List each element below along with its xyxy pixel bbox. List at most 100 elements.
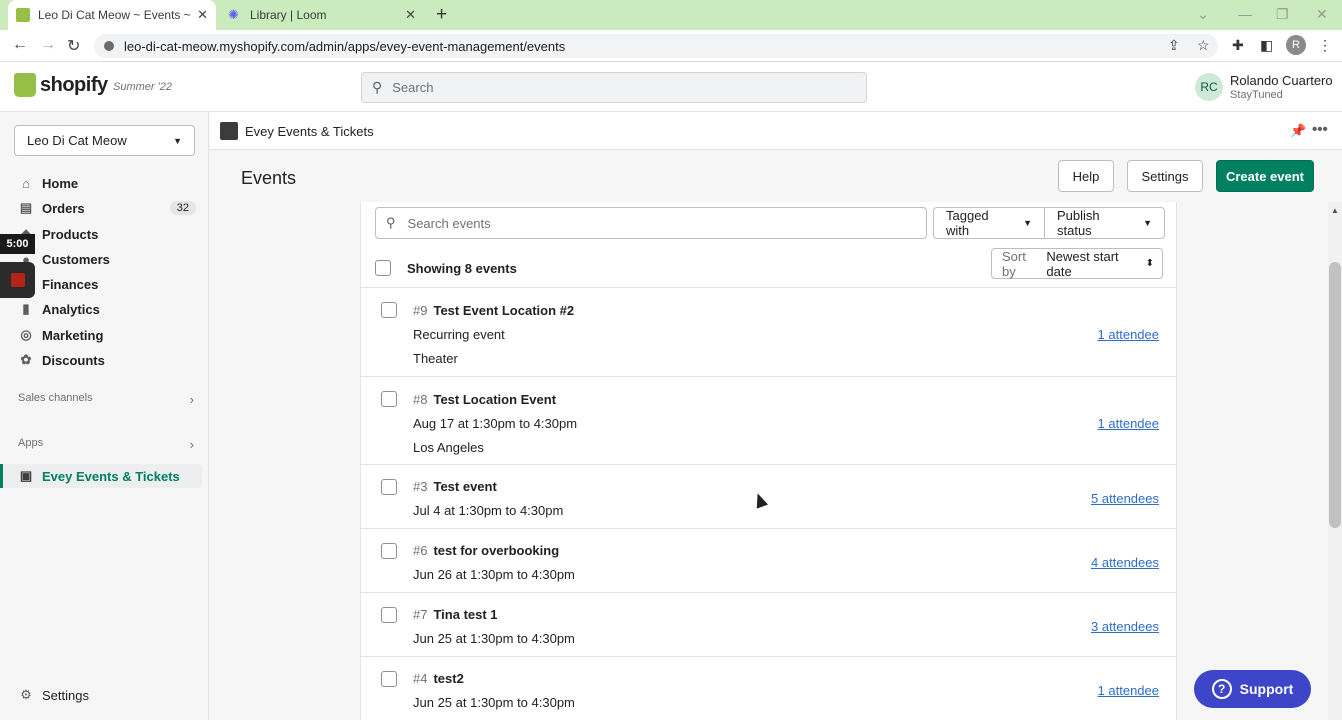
search-placeholder: Search <box>392 80 434 95</box>
sidebar-item-evey[interactable]: ▣ Evey Events & Tickets <box>18 465 196 487</box>
extensions-icon[interactable]: ✚ <box>1232 37 1244 54</box>
events-card: ⚲ Search events Tagged with ▼ Publish sta… <box>360 202 1177 720</box>
select-all-checkbox[interactable] <box>375 260 391 276</box>
attendees-link[interactable]: 1 attendee <box>1098 416 1159 431</box>
events-search-input[interactable]: ⚲ Search events <box>375 207 927 239</box>
close-tab-icon[interactable]: ✕ <box>405 7 416 23</box>
event-name[interactable]: Tina test 1 <box>433 607 497 622</box>
tagged-with-filter[interactable]: Tagged with ▼ <box>933 207 1045 239</box>
sidebar-item-orders[interactable]: ▤ Orders 32 <box>18 197 196 219</box>
event-number: #6 <box>413 543 428 558</box>
sidebar-item-customers[interactable]: ● Customers <box>18 248 196 270</box>
event-name[interactable]: Test Event Location #2 <box>433 303 574 318</box>
scroll-up-icon[interactable]: ▲ <box>1331 206 1339 215</box>
side-panel-icon[interactable]: ◧ <box>1260 37 1273 54</box>
event-row[interactable]: #7 Tina test 1 Jun 25 at 1:30pm to 4:30pm… <box>361 592 1176 656</box>
lock-icon <box>104 41 114 51</box>
reload-icon[interactable]: ↻ <box>67 36 80 56</box>
publish-status-label: Publish status <box>1057 208 1100 238</box>
attendees-link[interactable]: 1 attendee <box>1098 327 1159 342</box>
forward-icon[interactable]: → <box>40 36 56 54</box>
user-avatar[interactable]: RC <box>1195 73 1223 101</box>
sort-select[interactable]: Sort by Newest start date ⬍ <box>991 248 1163 279</box>
admin-search-input[interactable]: ⚲ Search <box>361 72 867 103</box>
support-button[interactable]: ? Support <box>1194 670 1311 708</box>
support-label: Support <box>1239 681 1294 697</box>
search-icon: ⚲ <box>386 215 396 230</box>
url-text: leo-di-cat-meow.myshopify.com/admin/apps… <box>124 38 566 54</box>
search-icon: ⚲ <box>372 79 383 95</box>
scrollbar-thumb[interactable] <box>1329 262 1341 528</box>
row-checkbox[interactable] <box>381 607 397 623</box>
event-date: Jun 25 at 1:30pm to 4:30pm <box>413 631 575 646</box>
row-checkbox[interactable] <box>381 302 397 318</box>
shopify-logo[interactable]: shopify <box>14 73 108 97</box>
row-checkbox[interactable] <box>381 543 397 559</box>
active-indicator <box>0 464 3 488</box>
chevron-right-icon: › <box>189 392 194 407</box>
attendees-link[interactable]: 3 attendees <box>1091 619 1159 634</box>
attendees-link[interactable]: 4 attendees <box>1091 555 1159 570</box>
sidebar-item-analytics[interactable]: ▮ Analytics <box>18 298 196 320</box>
sidebar-item-marketing[interactable]: ◎ Marketing <box>18 324 196 346</box>
browser-tab-loom[interactable]: ✺ Library | Loom ✕ <box>222 0 422 30</box>
event-row[interactable]: #9 Test Event Location #2 Recurring event… <box>361 287 1176 376</box>
event-row[interactable]: #3 Test event Jul 4 at 1:30pm to 4:30pm 5… <box>361 464 1176 528</box>
share-icon[interactable]: ⇪ <box>1168 37 1180 54</box>
browser-profile-avatar[interactable]: R <box>1286 35 1306 55</box>
row-checkbox[interactable] <box>381 671 397 687</box>
new-tab-button[interactable]: + <box>436 4 447 26</box>
pin-icon[interactable]: 📌 <box>1290 123 1306 139</box>
sidebar-item-home[interactable]: ⌂ Home <box>18 172 196 194</box>
browser-menu-icon[interactable]: ⋮ <box>1318 37 1332 54</box>
sort-label: Sort by <box>1002 248 1026 279</box>
store-selector[interactable]: Leo Di Cat Meow ▼ <box>14 125 195 156</box>
more-actions-icon[interactable]: ••• <box>1312 121 1328 138</box>
url-field[interactable]: leo-di-cat-meow.myshopify.com/admin/apps… <box>94 34 1218 58</box>
restore-icon[interactable]: ❐ <box>1276 6 1289 23</box>
caret-down-icon: ▼ <box>1143 218 1152 228</box>
apps-header[interactable]: Apps › <box>18 437 194 452</box>
edition-label: Summer '22 <box>113 81 172 93</box>
settings-button[interactable]: Settings <box>1127 160 1203 192</box>
event-date: Jun 26 at 1:30pm to 4:30pm <box>413 567 575 582</box>
event-row[interactable]: #8 Test Location Event Aug 17 at 1:30pm t… <box>361 376 1176 464</box>
apps-label: Apps <box>18 437 44 449</box>
sales-channels-header[interactable]: Sales channels › <box>18 392 194 407</box>
sidebar-item-settings[interactable]: ⚙ Settings <box>18 684 196 706</box>
back-icon[interactable]: ← <box>12 36 28 54</box>
event-name[interactable]: test for overbooking <box>433 543 559 558</box>
shopify-favicon-icon <box>16 8 30 22</box>
row-checkbox[interactable] <box>381 479 397 495</box>
event-date: Aug 17 at 1:30pm to 4:30pm <box>413 416 578 431</box>
event-row[interactable]: #4 test2 Jun 25 at 1:30pm to 4:30pm 1 att… <box>361 656 1176 720</box>
sidebar-item-finances[interactable]: ▭Finances <box>18 273 196 295</box>
event-number: #9 <box>413 303 428 318</box>
sidebar-item-products[interactable]: ◆Products <box>18 223 196 245</box>
event-row[interactable]: #6 test for overbooking Jun 26 at 1:30pm … <box>361 528 1176 592</box>
create-event-button[interactable]: Create event <box>1216 160 1314 192</box>
event-name[interactable]: Test Location Event <box>433 392 556 407</box>
tab-search-icon[interactable]: ⌄ <box>1197 6 1209 23</box>
close-window-icon[interactable]: ✕ <box>1316 6 1328 23</box>
event-name[interactable]: Test event <box>433 479 496 494</box>
sidebar-item-discounts[interactable]: ✿ Discounts <box>18 349 196 371</box>
gear-icon: ⚙ <box>20 687 32 702</box>
event-name[interactable]: test2 <box>433 671 463 686</box>
row-checkbox[interactable] <box>381 391 397 407</box>
minimize-icon[interactable]: — <box>1238 6 1252 22</box>
attendees-link[interactable]: 5 attendees <box>1091 491 1159 506</box>
orders-count-badge: 32 <box>169 201 196 215</box>
close-tab-icon[interactable]: ✕ <box>197 7 208 23</box>
app-titlebar: Evey Events & Tickets 📌 ••• <box>210 112 1342 150</box>
browser-tab-active[interactable]: Leo Di Cat Meow ~ Events ~ Sho ✕ <box>8 0 216 30</box>
publish-status-filter[interactable]: Publish status ▼ <box>1044 207 1165 239</box>
sidebar-item-label: Products <box>42 226 99 242</box>
attendees-link[interactable]: 1 attendee <box>1098 683 1159 698</box>
bookmark-star-icon[interactable]: ☆ <box>1197 37 1210 54</box>
sidebar-item-label: Finances <box>42 276 99 292</box>
help-button[interactable]: Help <box>1058 160 1114 192</box>
user-name[interactable]: Rolando Cuartero <box>1230 73 1333 88</box>
admin-sidebar: Leo Di Cat Meow ▼ ⌂ Home ▤ Orders 32 ◆Produ… <box>0 112 209 720</box>
recording-control[interactable] <box>0 262 35 298</box>
